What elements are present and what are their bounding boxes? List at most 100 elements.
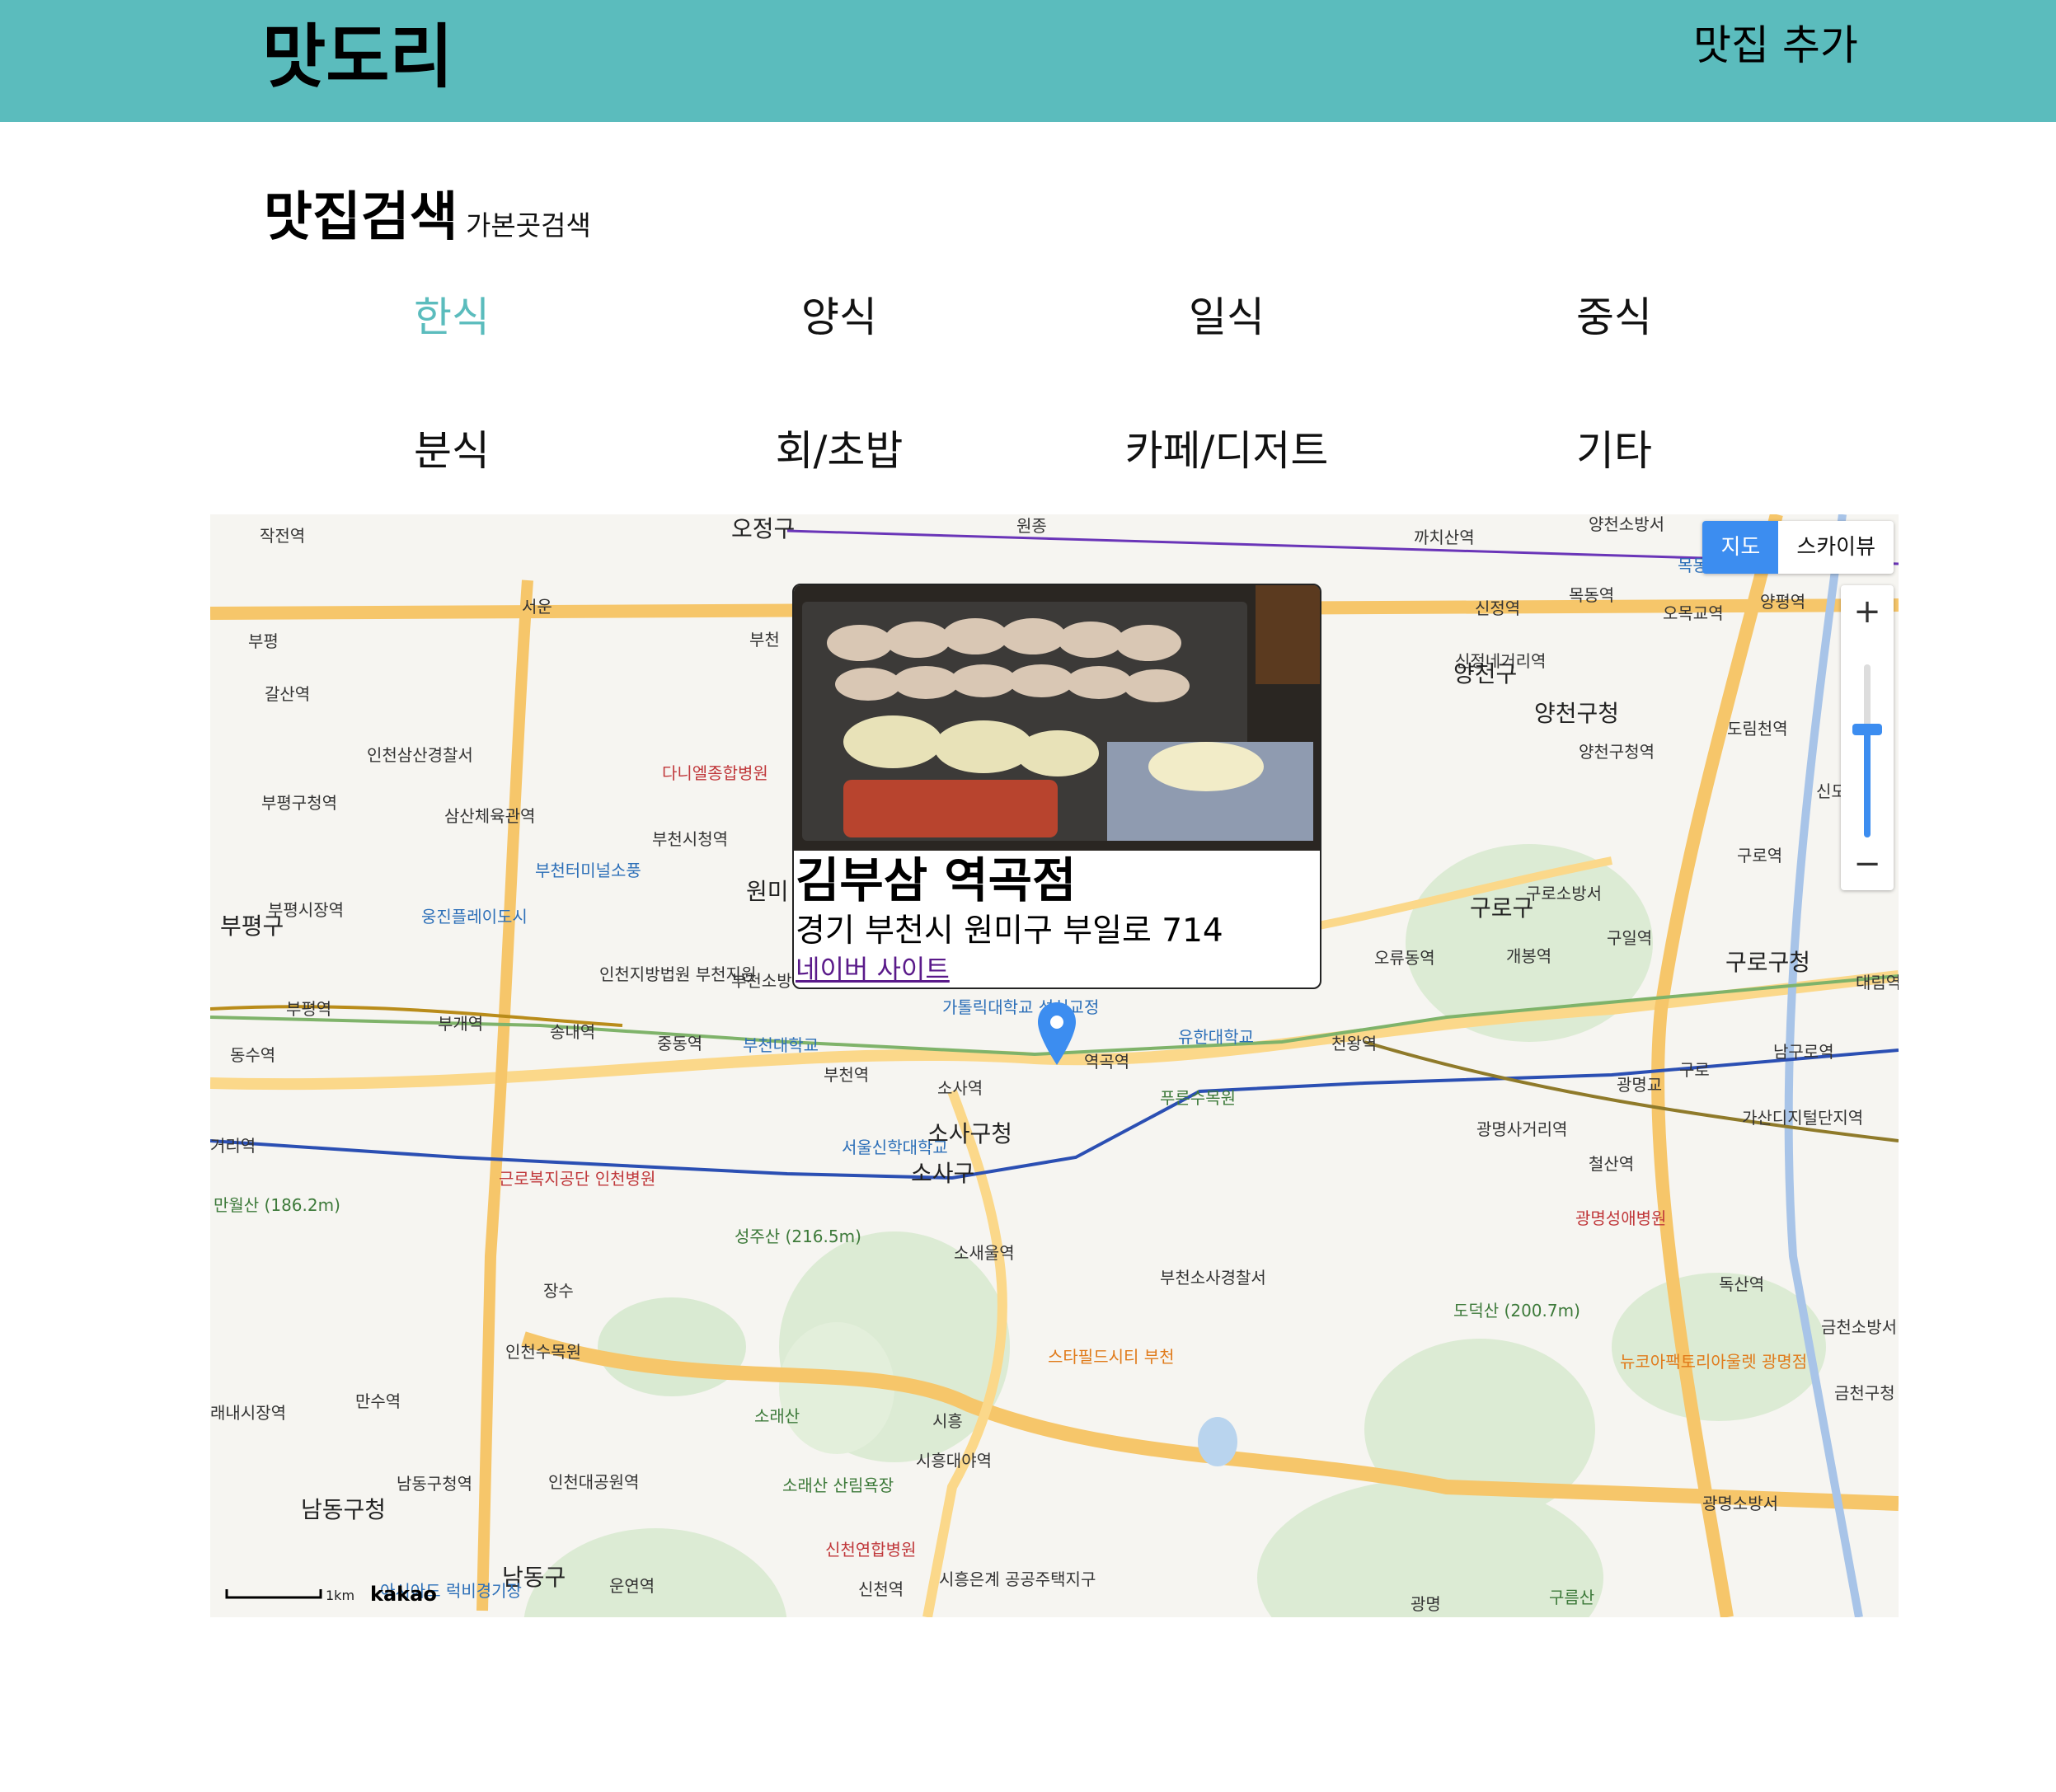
category-western[interactable]: 양식 — [645, 289, 1033, 346]
zoom-slider-fill — [1864, 732, 1871, 837]
map-label: 시흥대야역 — [916, 1451, 992, 1471]
map-label: 소새울역 — [954, 1243, 1015, 1263]
map-label: 신천역 — [858, 1579, 904, 1599]
category-etc[interactable]: 기타 — [1420, 422, 1808, 480]
map-label: 금천소방서 — [1821, 1317, 1897, 1337]
map-label: 소사구 — [911, 1160, 975, 1187]
restaurant-photo — [794, 585, 1320, 851]
map-label: 부평구청역 — [261, 793, 337, 813]
logo[interactable]: 맛도리 — [262, 12, 453, 102]
map-label: 서운 — [522, 597, 552, 617]
map-label: 동수역 — [230, 1045, 276, 1065]
map-label: 푸른수목원 — [1160, 1088, 1236, 1108]
map-label: 원미 — [746, 878, 789, 905]
category-sushi[interactable]: 회/초밥 — [645, 422, 1033, 480]
map-label: 광명성애병원 — [1575, 1208, 1667, 1228]
map-label: 성주산 (216.5m) — [735, 1227, 861, 1246]
map-label: 오목교역 — [1663, 603, 1724, 623]
visited-search-link[interactable]: 가본곳검색 — [466, 208, 591, 244]
map-label: 유한대학교 — [1178, 1027, 1254, 1047]
map-label: 부천 — [749, 630, 780, 650]
map-label: 구일역 — [1607, 928, 1653, 948]
zoom-out-button[interactable]: − — [1841, 837, 1894, 890]
scale-label: 1km — [326, 1588, 355, 1603]
add-restaurant-button[interactable]: 맛집 추가 — [1693, 16, 1858, 74]
map-label: 광명소방서 — [1702, 1494, 1778, 1513]
map-label: 부개역 — [438, 1014, 484, 1034]
map-label: 신천연합병원 — [825, 1540, 917, 1560]
map-label: 부천소사경찰서 — [1160, 1268, 1266, 1288]
zoom-in-button[interactable]: + — [1841, 585, 1894, 638]
map-label: 양천구청 — [1534, 700, 1620, 727]
map-canvas[interactable]: 작전역 오정구 원종 까치산역 양천소방서 부평 서운 부천 신정역 목동역 오… — [210, 514, 1899, 1617]
kakao-logo: kakao — [370, 1583, 437, 1606]
map-label: 양천구 — [1453, 660, 1518, 687]
map-label: 만월산 (186.2m) — [214, 1195, 340, 1215]
map-label: 개봉역 — [1506, 946, 1552, 966]
map-label: 구로소방서 — [1526, 884, 1602, 903]
map-label: 인천대공원역 — [548, 1472, 640, 1492]
map-label: 부평구 — [220, 912, 284, 940]
map-label: 작전역 — [260, 526, 306, 546]
map-label: 도덕산 (200.7m) — [1453, 1301, 1580, 1321]
map-label: 소래산 산림욕장 — [782, 1475, 894, 1495]
map-type-map-button[interactable]: 지도 — [1702, 521, 1779, 574]
map-label: 부평역 — [286, 999, 332, 1019]
map-label: 구름산 — [1549, 1588, 1595, 1607]
location-pin-icon[interactable] — [1036, 1001, 1077, 1067]
map-label: 광명교 — [1617, 1075, 1663, 1095]
map-label: 독산역 — [1719, 1274, 1765, 1294]
restaurant-info-window: 김부삼 역곡점 경기 부천시 원미구 부일로 714 네이버 사이트 — [792, 584, 1321, 989]
map-label: 구로구 — [1470, 894, 1534, 922]
map-label: 가산디지털단지역 — [1742, 1108, 1864, 1128]
map-label: 구로 — [1679, 1060, 1710, 1080]
map-label: 운연역 — [609, 1576, 655, 1596]
map-label: 시흥 — [932, 1411, 963, 1431]
map-label: 남동구청 — [301, 1496, 387, 1523]
map-label: 남구로역 — [1773, 1042, 1834, 1062]
naver-site-link[interactable]: 네이버 사이트 — [796, 953, 950, 986]
map-label: 송내역 — [550, 1022, 596, 1042]
map-label: 구로역 — [1737, 846, 1783, 866]
zoom-control: + − — [1841, 585, 1894, 890]
map-label: 거리역 — [210, 1136, 256, 1156]
map-label: 뉴코아팩토리아울렛 광명점 — [1620, 1352, 1808, 1372]
map-label: 부천터미널소풍 — [535, 861, 641, 880]
map-label: 웅진플레이도시 — [421, 907, 528, 926]
map-label: 소사구청 — [927, 1120, 1013, 1147]
map-label: 금천구청 — [1834, 1383, 1895, 1403]
category-chinese[interactable]: 중식 — [1420, 289, 1808, 346]
map-label: 도림천역 — [1727, 719, 1788, 739]
map-label: 천왕역 — [1331, 1034, 1378, 1053]
map-label: 소사역 — [937, 1078, 983, 1098]
map-label: 철산역 — [1589, 1154, 1635, 1174]
map-type-control: 지도 스카이뷰 — [1702, 521, 1894, 574]
category-korean[interactable]: 한식 — [258, 289, 645, 346]
restaurant-name: 김부삼 역곡점 — [796, 852, 1077, 908]
map-label: 인천수목원 — [505, 1342, 581, 1362]
restaurant-address: 경기 부천시 원미구 부일로 714 — [796, 912, 1223, 950]
top-navbar: 맛도리 맛집 추가 — [0, 0, 2056, 122]
map-label: 대림역 — [1856, 973, 1899, 992]
map-label: 중동역 — [657, 1034, 703, 1053]
map-label: 래내시장역 — [210, 1403, 286, 1423]
map-label: 근로복지공단 인천병원 — [499, 1169, 656, 1189]
map-label: 까치산역 — [1414, 528, 1475, 547]
category-snack[interactable]: 분식 — [258, 422, 645, 480]
map-label: 다니엘종합병원 — [662, 763, 768, 783]
map-label: 인천삼산경찰서 — [367, 745, 473, 765]
zoom-slider-handle[interactable] — [1852, 724, 1882, 735]
category-japanese[interactable]: 일식 — [1033, 289, 1420, 346]
category-cafe-dessert[interactable]: 카페/디저트 — [1033, 422, 1420, 480]
map-label: 만수역 — [355, 1391, 401, 1411]
map-label: 양평역 — [1760, 592, 1806, 612]
map-label: 양천구청역 — [1579, 742, 1655, 762]
map-label: 삼산체육관역 — [444, 806, 536, 826]
map-label: 장수 — [543, 1281, 574, 1301]
map-type-skyview-button[interactable]: 스카이뷰 — [1778, 521, 1894, 574]
map-label: 부천역 — [824, 1065, 870, 1085]
map-label: 광명사거리역 — [1476, 1119, 1568, 1139]
map-label: 갈산역 — [265, 684, 311, 704]
map-label: 소래산 — [754, 1406, 800, 1426]
map-label: 남동구청역 — [397, 1474, 472, 1494]
